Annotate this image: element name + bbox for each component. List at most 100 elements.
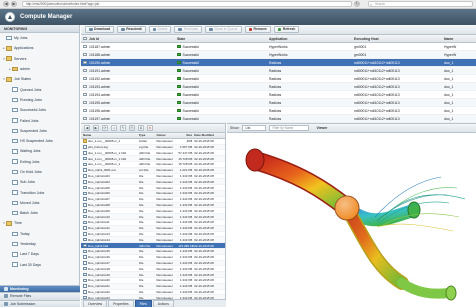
sidebar-item-admin[interactable]: ▸ admin xyxy=(0,64,79,74)
show-mode-select[interactable]: List xyxy=(242,125,267,131)
forward-button[interactable]: ▶ xyxy=(11,1,17,7)
job-name: duo_1 xyxy=(444,100,454,105)
file-date-modified: 02-16-2015 08 xyxy=(194,185,214,190)
row-checkbox[interactable] xyxy=(81,76,89,81)
tab-actions[interactable]: Actions xyxy=(152,300,174,307)
col-header-file-name[interactable]: Name xyxy=(81,133,139,137)
sidebar-item-my-jobs[interactable]: My Jobs xyxy=(0,33,79,43)
row-checkbox[interactable] xyxy=(81,108,89,113)
job-row[interactable]: 101197.admin Successful Radioss ndt00011+nd… xyxy=(81,115,476,123)
refresh-button[interactable]: Refresh xyxy=(273,26,300,33)
tab-overview[interactable]: Overview xyxy=(83,300,108,307)
col-header-executing-host[interactable]: Executing Host xyxy=(354,37,444,41)
col-header-state[interactable]: State xyxy=(177,37,269,41)
delete-button[interactable]: Delete xyxy=(148,26,172,33)
copy-icon[interactable]: ⎘ xyxy=(129,125,135,131)
sidebar-item-last-30-days[interactable]: Last 30 Days xyxy=(0,260,79,270)
sidebar-item-running-jobs[interactable]: Running Jobs xyxy=(0,95,79,105)
col-header-name[interactable]: Name xyxy=(444,37,476,41)
forward-icon[interactable]: ▶ xyxy=(93,125,99,131)
file-name-cell: Duo_1plint_0001.out xyxy=(81,168,139,172)
col-header-application[interactable]: Application xyxy=(269,37,354,41)
row-checkbox[interactable] xyxy=(81,68,89,73)
sidebar-item-moved-jobs[interactable]: Moved Jobs xyxy=(0,198,79,208)
sidebar-item-sub-jobs[interactable]: Sub Jobs xyxy=(0,177,79,187)
file-name: Duo_1plimtrst18 xyxy=(88,266,110,271)
sidebar-item-transition-jobs[interactable]: Transition Jobs xyxy=(0,187,79,197)
delete-icon[interactable]: ✕ xyxy=(147,125,153,131)
sidebar-item-failed-jobs[interactable]: Failed Jobs xyxy=(0,115,79,125)
row-checkbox[interactable] xyxy=(81,116,89,121)
sidebar-item-label: Servers xyxy=(14,56,27,61)
job-state: Successful xyxy=(177,53,269,57)
col-header-size[interactable]: Size xyxy=(178,133,194,137)
sidebar-item-hs-suspended-jobs[interactable]: HS Suspended Jobs xyxy=(0,136,79,146)
row-checkbox[interactable] xyxy=(81,84,89,89)
sidebar-item-job-states[interactable]: ▾ Job States xyxy=(0,74,79,84)
row-checkbox[interactable] xyxy=(81,44,89,49)
job-row[interactable]: 101196.admin Successful Radioss ndt00011+nd… xyxy=(81,107,476,115)
sidebar-item-on-hold-jobs[interactable]: On Hold Jobs xyxy=(0,167,79,177)
job-row[interactable]: 101192.admin Successful Radioss ndt00011+nd… xyxy=(81,75,476,83)
browser-search-input[interactable]: Search xyxy=(368,1,473,7)
col-header-type[interactable]: Type xyxy=(139,133,157,137)
download-button[interactable]: Download xyxy=(85,26,115,33)
file-name-cell: Duo_1plimtrst19 xyxy=(81,273,139,277)
sidebar-item-waiting-jobs[interactable]: Waiting Jobs xyxy=(0,146,79,156)
terminate-button[interactable]: Terminate xyxy=(174,26,203,33)
col-header-date-modified[interactable]: Date Modified xyxy=(194,133,225,137)
filter-by-name-input[interactable]: Filter by Name xyxy=(269,125,310,131)
tab-files[interactable]: Files xyxy=(134,300,152,307)
job-row[interactable]: 101188.admin Successful HyperWorks gm0001 Hy… xyxy=(81,51,476,59)
file-name: Duo_1plimtrst17 xyxy=(88,260,110,265)
download-icon xyxy=(89,27,93,32)
sidebar-item-batch-jobs[interactable]: Batch Jobs xyxy=(0,208,79,218)
col-header-job-id[interactable]: Job Id xyxy=(89,37,177,41)
resubmit-button[interactable]: Resubmit xyxy=(117,26,146,33)
remove-button[interactable]: Remove xyxy=(244,26,271,33)
sidebar-item-time[interactable]: ▾ Time xyxy=(0,218,79,228)
back-icon[interactable]: ◀ xyxy=(84,125,90,131)
sidebar-item-successful-jobs[interactable]: Successful Jobs xyxy=(0,105,79,115)
nav-monitoring[interactable]: Monitoring xyxy=(0,284,80,292)
job-state: Successful xyxy=(177,69,269,73)
back-button[interactable]: ◀ xyxy=(3,1,9,7)
sidebar-item-today[interactable]: Today xyxy=(0,229,79,239)
job-row[interactable]: 101194.admin Successful Radioss ndt00011+nd… xyxy=(81,91,476,99)
nav-job-submission[interactable]: Job Submission xyxy=(0,299,80,307)
sidebar-item-applications[interactable]: ▸ Applications xyxy=(0,43,79,53)
job-row[interactable]: 101193.admin Successful Radioss ndt00011+nd… xyxy=(81,83,476,91)
nav-remote-files[interactable]: Remote Files xyxy=(0,292,80,300)
refresh-icon[interactable]: ⟳ xyxy=(102,125,108,131)
job-row[interactable]: 101190.admin Successful Radioss ndt00011+nd… xyxy=(81,59,476,67)
file-size: 1.343 KB xyxy=(179,237,193,242)
tab-properties[interactable]: Properties xyxy=(108,300,134,307)
queue-button[interactable]: Show in Queue xyxy=(205,26,242,33)
job-row[interactable]: 101191.admin Successful Radioss ndt00011+nd… xyxy=(81,67,476,75)
download-icon[interactable]: ⬇ xyxy=(138,125,144,131)
file-name: Duo_1plimtrst12 xyxy=(88,226,110,231)
col-header-owner[interactable]: Owner xyxy=(156,133,178,137)
job-row[interactable]: 101187.admin Successful HyperWorks gm0001 Hy… xyxy=(81,43,476,51)
sidebar-item-yesterday[interactable]: Yesterday xyxy=(0,239,79,249)
terminate-icon xyxy=(178,27,182,32)
sidebar-item-exiting-jobs[interactable]: Exiting Jobs xyxy=(0,157,79,167)
rename-icon[interactable]: ✎ xyxy=(120,125,126,131)
row-checkbox[interactable] xyxy=(81,60,89,65)
row-checkbox[interactable] xyxy=(81,92,89,97)
sidebar-item-servers[interactable]: ▾ Servers xyxy=(0,54,79,64)
home-icon[interactable]: ⌂ xyxy=(111,125,117,131)
reload-button[interactable]: ↻ xyxy=(354,1,360,7)
sidebar-item-suspended-jobs[interactable]: Suspended Jobs xyxy=(0,126,79,136)
cfd-result-render[interactable] xyxy=(227,133,476,307)
file-icon xyxy=(83,266,87,271)
sidebar-item-queued-jobs[interactable]: Queued Jobs xyxy=(0,84,79,94)
sidebar-item-last-7-days[interactable]: Last 7 Days xyxy=(0,249,79,259)
url-bar[interactable]: http://ehs2000/jobmonitor/ui/mir/index.h… xyxy=(22,1,352,7)
job-row[interactable]: 101195.admin Successful Radioss ndt00011+nd… xyxy=(81,99,476,107)
row-checkbox[interactable] xyxy=(81,52,89,57)
row-checkbox[interactable] xyxy=(81,100,89,105)
file-type: out File xyxy=(138,168,149,173)
file-size: 1.343 KB xyxy=(179,202,193,207)
select-all-checkbox[interactable] xyxy=(81,36,89,41)
